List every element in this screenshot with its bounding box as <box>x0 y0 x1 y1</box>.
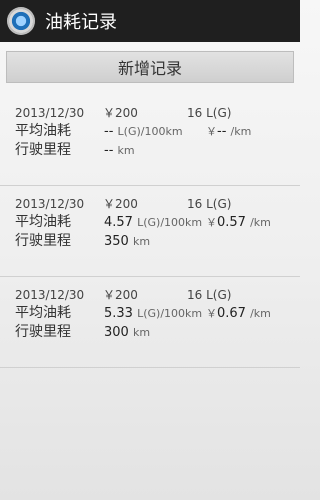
cost-per-km-unit: /km <box>250 307 271 320</box>
distance-unit: km <box>132 235 151 248</box>
cost-per-km-value: ￥0.67 /km <box>206 306 271 321</box>
record-fuel: 16 L(G) <box>187 106 232 120</box>
record-divider <box>0 185 300 186</box>
record-item[interactable]: 2013/12/30 ￥200 16 L(G) 平均油耗 5.33 L(G)/1… <box>0 281 300 357</box>
record-list: 2013/12/30 ￥200 16 L(G) 平均油耗 -- L(G)/100… <box>0 99 300 368</box>
distance-label: 行驶里程 <box>15 324 71 340</box>
cost-per-km-unit: /km <box>250 216 271 229</box>
avg-consumption-label: 平均油耗 <box>15 123 71 139</box>
avg-consumption-unit: L(G)/100km <box>137 216 203 229</box>
distance-row: 行驶里程 350 km <box>15 232 300 251</box>
record-cost: ￥200 <box>103 106 138 120</box>
record-date: 2013/12/30 <box>15 197 85 211</box>
avg-consumption-value: -- L(G)/100km <box>104 124 183 139</box>
record-fuel: 16 L(G) <box>187 197 232 211</box>
record-cost: ￥200 <box>103 197 138 211</box>
add-record-button[interactable]: 新增记录 <box>6 51 294 83</box>
avg-consumption-label: 平均油耗 <box>15 214 71 230</box>
record-divider <box>0 276 300 277</box>
record-header-row: 2013/12/30 ￥200 16 L(G) <box>15 196 300 213</box>
avg-consumption-value: 4.57 L(G)/100km <box>104 215 203 230</box>
record-header-row: 2013/12/30 ￥200 16 L(G) <box>15 287 300 304</box>
distance-row: 行驶里程 -- km <box>15 141 300 160</box>
cost-per-km-value: ￥-- /km <box>206 124 252 139</box>
cost-per-km-value: ￥0.57 /km <box>206 215 271 230</box>
avg-consumption-value: 5.33 L(G)/100km <box>104 306 203 321</box>
distance-unit: km <box>132 326 151 339</box>
record-date: 2013/12/30 <box>15 288 85 302</box>
avg-consumption-row: 平均油耗 4.57 L(G)/100km ￥0.57 /km <box>15 213 300 232</box>
record-header-row: 2013/12/30 ￥200 16 L(G) <box>15 105 300 122</box>
avg-consumption-row: 平均油耗 -- L(G)/100km ￥-- /km <box>15 122 300 141</box>
distance-label: 行驶里程 <box>15 233 71 249</box>
record-divider <box>0 367 300 368</box>
record-cost: ￥200 <box>103 288 138 302</box>
record-fuel: 16 L(G) <box>187 288 232 302</box>
cost-per-km-unit: /km <box>230 125 252 138</box>
title-bar: 油耗记录 <box>0 0 300 42</box>
app-logo-icon[interactable] <box>7 7 35 35</box>
avg-consumption-label: 平均油耗 <box>15 305 71 321</box>
distance-row: 行驶里程 300 km <box>15 323 300 342</box>
distance-value: 300 km <box>104 325 151 340</box>
record-item[interactable]: 2013/12/30 ￥200 16 L(G) 平均油耗 -- L(G)/100… <box>0 99 300 175</box>
record-date: 2013/12/30 <box>15 106 85 120</box>
avg-consumption-unit: L(G)/100km <box>137 307 203 320</box>
distance-value: -- km <box>104 143 135 158</box>
avg-consumption-unit: L(G)/100km <box>117 125 183 138</box>
add-button-container: 新增记录 <box>0 42 300 83</box>
distance-unit: km <box>117 144 135 157</box>
app-title: 油耗记录 <box>45 12 117 33</box>
record-item[interactable]: 2013/12/30 ￥200 16 L(G) 平均油耗 4.57 L(G)/1… <box>0 190 300 266</box>
distance-value: 350 km <box>104 234 151 249</box>
avg-consumption-row: 平均油耗 5.33 L(G)/100km ￥0.67 /km <box>15 304 300 323</box>
distance-label: 行驶里程 <box>15 142 71 158</box>
